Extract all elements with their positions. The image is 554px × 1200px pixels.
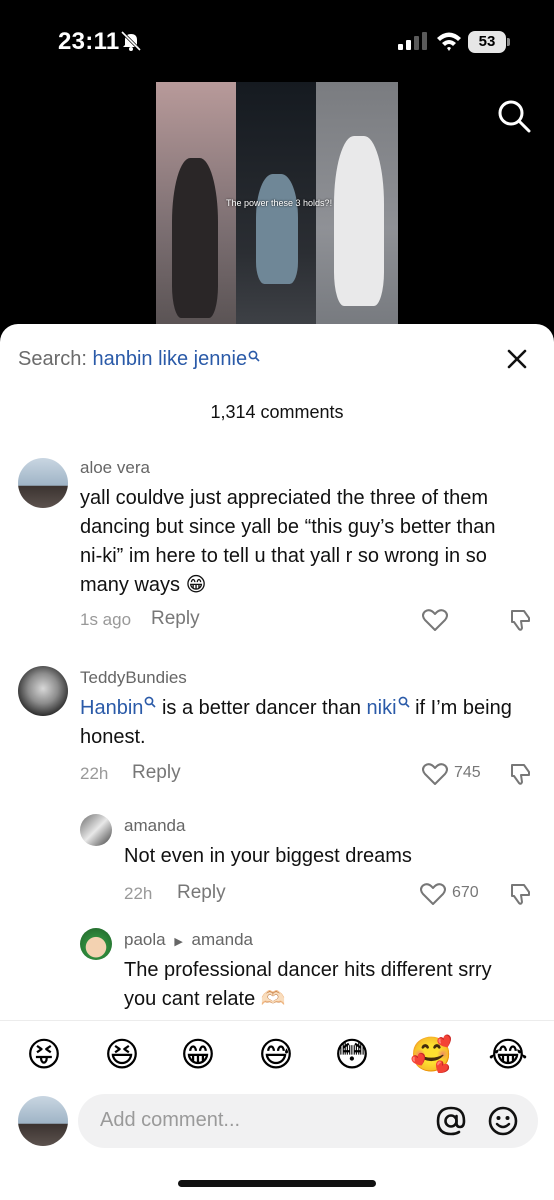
comment-username[interactable]: amanda [124, 816, 185, 836]
search-query-link[interactable]: hanbin like jennie [93, 348, 248, 370]
emoji-grin[interactable]: 😁 [178, 1035, 218, 1075]
smiley-icon[interactable] [488, 1106, 518, 1136]
search-small-icon [248, 350, 260, 362]
reply-author[interactable]: paola [124, 930, 166, 949]
heart-icon[interactable] [422, 762, 448, 786]
reply-item: amanda Not even in your biggest dreams 2… [0, 814, 554, 906]
comment-time: 22h [80, 764, 109, 783]
search-small-icon [144, 696, 156, 708]
comment-text-segment: is a better dancer than [156, 697, 367, 719]
comment-input[interactable]: Add comment... [78, 1094, 538, 1148]
dancer-figure-middle [256, 174, 298, 284]
battery-tip [507, 38, 510, 46]
dislike-icon[interactable] [508, 882, 532, 906]
comment-text: yall couldve just appreciated the three … [80, 487, 496, 596]
reply-button[interactable]: Reply [177, 882, 226, 904]
avatar[interactable] [80, 928, 112, 960]
search-small-icon [398, 696, 410, 708]
reply-arrow-icon: ▶ [174, 936, 183, 948]
avatar[interactable] [18, 1096, 68, 1146]
comment-item: aloe vera yall couldve just appreciated … [0, 454, 554, 634]
avatar[interactable] [18, 666, 68, 716]
comment-input-placeholder: Add comment... [100, 1109, 241, 1131]
mention-hanbin-link[interactable]: Hanbin [80, 697, 143, 719]
heart-icon[interactable] [420, 882, 446, 906]
comment-item: TeddyBundies Hanbin is a better dancer t… [0, 666, 554, 786]
comment-text: The professional dancer hits different s… [124, 959, 492, 1010]
reply-target[interactable]: amanda [192, 930, 253, 949]
video-caption: The power these 3 holds?! [226, 198, 333, 208]
dislike-icon[interactable] [508, 762, 532, 786]
comment-composer: Add comment... [0, 1092, 554, 1200]
avatar[interactable] [18, 458, 68, 508]
signal-icon [398, 32, 427, 50]
comment-username[interactable]: aloe vera [80, 458, 150, 478]
emoji-sweat-smile[interactable]: 😅 [256, 1035, 296, 1075]
avatar[interactable] [80, 814, 112, 846]
battery-indicator: 53 [468, 31, 510, 53]
emoji-quick-bar: 😝 😆 😁 😅 😳 🥰 😂 [0, 1020, 554, 1092]
comment-time: 22h [124, 884, 153, 903]
mention-at-icon[interactable] [436, 1106, 466, 1136]
dancer-figure-right [334, 136, 384, 306]
comment-text: Not even in your biggest dreams [124, 845, 412, 867]
status-time: 23:11 [58, 28, 120, 55]
emoji-flushed[interactable]: 😳 [332, 1035, 372, 1075]
comment-time: 1s ago [80, 610, 132, 629]
emoji-smiling-hearts[interactable]: 🥰 [410, 1035, 452, 1075]
search-icon[interactable] [496, 98, 532, 134]
like-count: 745 [454, 764, 481, 781]
comment-username[interactable]: TeddyBundies [80, 668, 187, 688]
close-icon[interactable] [506, 348, 528, 370]
status-bar: 23:11 53 [0, 0, 554, 80]
reply-button[interactable]: Reply [151, 608, 200, 630]
emoji-squint-tongue[interactable]: 😝 [24, 1035, 64, 1075]
related-search[interactable]: Search: hanbin like jennie [18, 348, 260, 371]
wifi-icon [437, 32, 461, 51]
comment-username[interactable]: paola ▶ amanda [124, 930, 253, 950]
comment-text: Hanbin is a better dancer than niki if I… [80, 694, 520, 752]
emoji-grin-squint[interactable]: 😆 [102, 1035, 142, 1075]
battery-level: 53 [468, 31, 506, 53]
dancer-figure-left [172, 158, 218, 318]
reply-item: paola ▶ amanda The professional dancer h… [0, 928, 554, 1018]
emoji-joy[interactable]: 😂 [488, 1035, 528, 1075]
mention-niki-link[interactable]: niki [367, 697, 397, 719]
comments-count: 1,314 comments [210, 402, 344, 422]
video-player[interactable]: The power these 3 holds?! [156, 82, 398, 326]
like-count: 670 [452, 884, 479, 901]
home-indicator [178, 1180, 376, 1187]
heart-icon[interactable] [422, 608, 448, 632]
reply-button[interactable]: Reply [132, 762, 181, 784]
dislike-icon[interactable] [508, 608, 532, 632]
search-label: Search: [18, 348, 87, 370]
bell-slash-icon [120, 31, 142, 51]
